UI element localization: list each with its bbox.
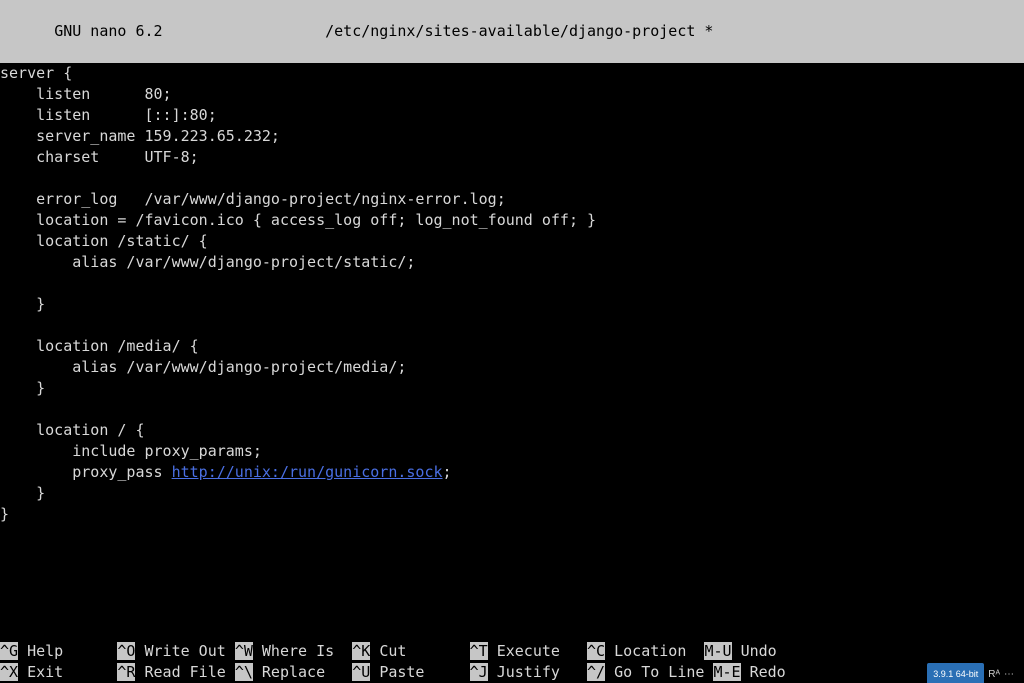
lbl-justify: Justify (497, 663, 560, 681)
line: } (0, 484, 45, 502)
os-taskbar-fragment: 3.9.1 64-bit Rᴬ ⋯ (927, 665, 1014, 683)
key-redo[interactable]: M-E (713, 663, 740, 681)
tray-icon[interactable]: ⋯ (1004, 664, 1014, 683)
key-readfile[interactable]: ^R (117, 663, 135, 681)
file-path: /etc/nginx/sites-available/django-projec… (325, 22, 713, 40)
key-exit[interactable]: ^X (0, 663, 18, 681)
lbl-paste: Paste (379, 663, 424, 681)
title-spacer (163, 22, 326, 40)
app-name: GNU nano 6.2 (36, 22, 162, 40)
line: alias /var/www/django-project/static/; (0, 253, 415, 271)
line: } (0, 295, 45, 313)
line: include proxy_params; (0, 442, 262, 460)
line: location /media/ { (0, 337, 199, 355)
editor-content[interactable]: server { listen 80; listen [::]:80; serv… (0, 63, 1024, 525)
terminal-window: GNU nano 6.2 /etc/nginx/sites-available/… (0, 0, 1024, 683)
lbl-location: Location (614, 642, 686, 660)
key-help[interactable]: ^G (0, 642, 18, 660)
line: server { (0, 64, 72, 82)
lbl-cut: Cut (379, 642, 406, 660)
line: charset UTF-8; (0, 148, 199, 166)
sc-row2: ^X Exit ^R Read File ^\ Replace ^U Paste… (0, 663, 786, 681)
lbl-undo: Undo (741, 642, 777, 660)
line: server_name 159.223.65.232; (0, 127, 280, 145)
key-cut[interactable]: ^K (352, 642, 370, 660)
key-execute[interactable]: ^T (470, 642, 488, 660)
lbl-readfile: Read File (145, 663, 226, 681)
key-undo[interactable]: M-U (704, 642, 731, 660)
nano-title-bar: GNU nano 6.2 /etc/nginx/sites-available/… (0, 0, 1024, 63)
sc-row1: ^G Help ^O Write Out ^W Where Is ^K Cut … (0, 642, 777, 660)
line-semi: ; (443, 463, 452, 481)
line: location /static/ { (0, 232, 208, 250)
line: proxy_pass (0, 463, 172, 481)
line: location = /favicon.ico { access_log off… (0, 211, 596, 229)
python-version-badge[interactable]: 3.9.1 64-bit (927, 663, 984, 683)
line: listen [::]:80; (0, 106, 217, 124)
lbl-redo: Redo (750, 663, 786, 681)
lbl-writeout: Write Out (145, 642, 226, 660)
key-replace[interactable]: ^\ (235, 663, 253, 681)
key-paste[interactable]: ^U (352, 663, 370, 681)
key-writeout[interactable]: ^O (117, 642, 135, 660)
lbl-exit: Exit (27, 663, 63, 681)
lbl-help: Help (27, 642, 63, 660)
shortcut-bar: ^G Help ^O Write Out ^W Where Is ^K Cut … (0, 641, 1024, 683)
lbl-replace: Replace (262, 663, 325, 681)
lang-indicator-icon[interactable]: Rᴬ (988, 664, 1000, 683)
lbl-gotoline: Go To Line (614, 663, 704, 681)
lbl-execute: Execute (497, 642, 560, 660)
line: location / { (0, 421, 145, 439)
line: } (0, 505, 9, 523)
key-location[interactable]: ^C (587, 642, 605, 660)
line: error_log /var/www/django-project/nginx-… (0, 190, 506, 208)
lbl-whereis: Where Is (262, 642, 334, 660)
line: } (0, 379, 45, 397)
line: alias /var/www/django-project/media/; (0, 358, 406, 376)
key-justify[interactable]: ^J (470, 663, 488, 681)
key-gotoline[interactable]: ^/ (587, 663, 605, 681)
line: listen 80; (0, 85, 172, 103)
key-whereis[interactable]: ^W (235, 642, 253, 660)
proxy-pass-url[interactable]: http://unix:/run/gunicorn.sock (172, 463, 443, 481)
